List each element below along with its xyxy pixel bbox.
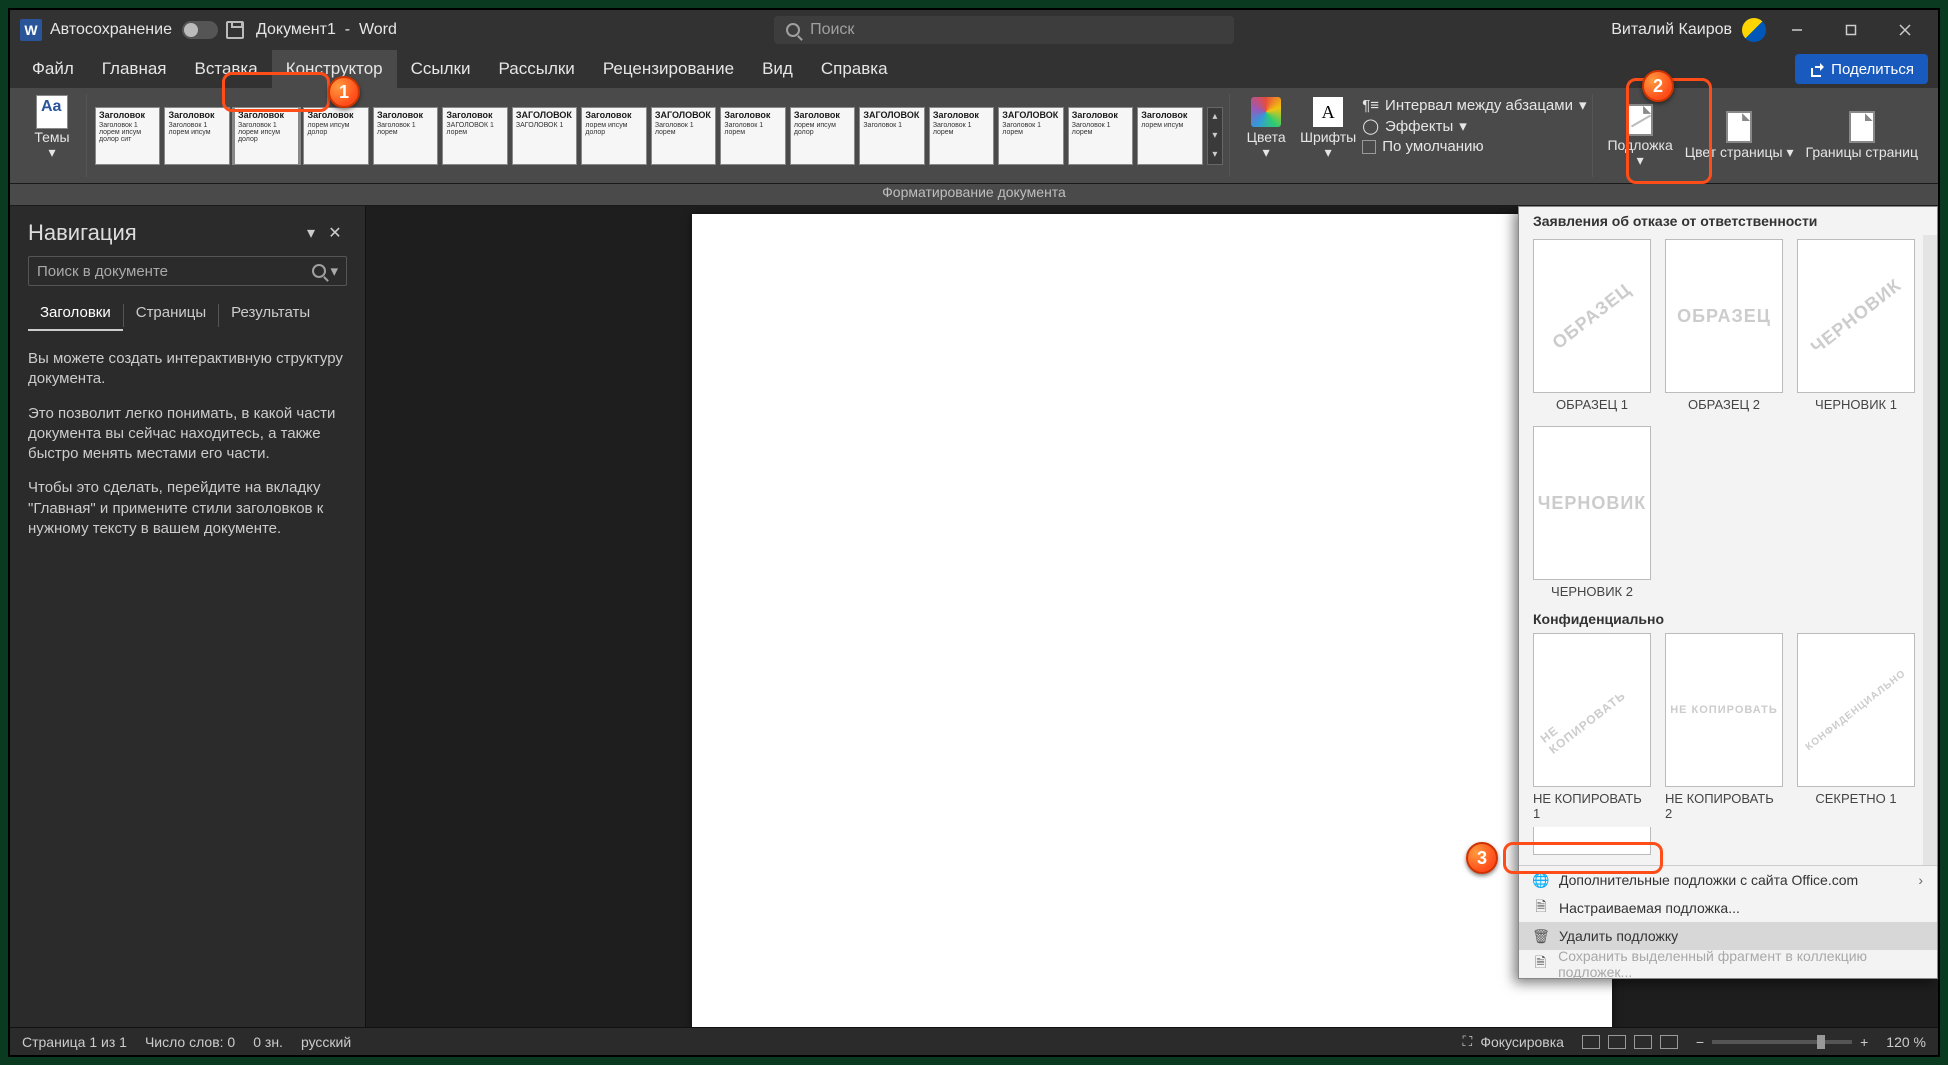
style-gallery[interactable]: ЗаголовокЗаголовок 1 лорем ипсум долор с… — [95, 107, 1223, 165]
search-box[interactable]: Поиск — [774, 16, 1234, 44]
page-color-button[interactable]: Цвет страницы ▾ — [1679, 109, 1800, 162]
maximize-button[interactable] — [1828, 10, 1874, 50]
minimize-button[interactable] — [1774, 10, 1820, 50]
set-default[interactable]: По умолчанию — [1362, 138, 1586, 155]
autosave-label: Автосохранение — [50, 21, 172, 39]
badge-3: 3 — [1466, 842, 1498, 874]
wm-item-secret1[interactable]: КОНФИДЕНЦИАЛЬНОСЕКРЕТНО 1 — [1797, 633, 1915, 821]
tab-view[interactable]: Вид — [748, 50, 807, 88]
view-buttons[interactable] — [1582, 1035, 1678, 1049]
wm-item-chernovik2[interactable]: ЧЕРНОВИКЧЕРНОВИК 2 — [1533, 426, 1651, 599]
nav-info: Вы можете создать интерактивную структур… — [28, 349, 347, 553]
badge-2: 2 — [1642, 70, 1674, 102]
status-page[interactable]: Страница 1 из 1 — [22, 1034, 127, 1050]
watermark-button[interactable]: Подложка▾ — [1601, 102, 1678, 169]
wm-section-disclaimers: Заявления об отказе от ответственности — [1519, 207, 1937, 235]
tab-file[interactable]: Файл — [18, 50, 88, 88]
wm-more-office[interactable]: 🌐Дополнительные подложки с сайта Office.… — [1519, 866, 1937, 894]
nav-tabs: Заголовки Страницы Результаты — [28, 300, 347, 331]
watermark-dropdown: Заявления об отказе от ответственности О… — [1518, 206, 1938, 979]
body: Навигация ▾ ✕ Поиск в документе ▾ Заголо… — [10, 206, 1938, 1027]
status-errors[interactable]: 0 зн. — [253, 1034, 283, 1050]
tab-references[interactable]: Ссылки — [397, 50, 485, 88]
search-placeholder: Поиск — [810, 21, 854, 39]
avatar — [1742, 18, 1766, 42]
wm-section-confidential: Конфиденциально — [1533, 605, 1915, 633]
share-button[interactable]: Поделиться — [1795, 54, 1928, 84]
wm-item-obrazec1[interactable]: ОБРАЗЕЦОБРАЗЕЦ 1 — [1533, 239, 1651, 412]
status-bar: Страница 1 из 1 Число слов: 0 0 зн. русс… — [10, 1027, 1938, 1055]
document-title: Документ1 - Word — [256, 21, 397, 39]
page[interactable] — [692, 214, 1612, 1027]
gallery-more[interactable]: ▴▾▾ — [1207, 107, 1223, 165]
wm-item-nocopy1[interactable]: НЕ КОПИРОВАТЬНЕ КОПИРОВАТЬ 1 — [1533, 633, 1651, 821]
ribbon-group-label: Форматирование документа — [10, 184, 1938, 206]
save-icon[interactable] — [226, 21, 244, 39]
word-icon: W — [20, 19, 42, 41]
paragraph-spacing[interactable]: ¶≡ Интервал между абзацами ▾ — [1362, 96, 1586, 114]
wm-item-cut[interactable] — [1533, 827, 1651, 855]
wm-item-nocopy2[interactable]: НЕ КОПИРОВАТЬНЕ КОПИРОВАТЬ 2 — [1665, 633, 1783, 821]
titlebar: W Автосохранение Документ1 - Word Поиск … — [10, 10, 1938, 50]
tab-insert[interactable]: Вставка — [181, 50, 272, 88]
tab-review[interactable]: Рецензирование — [589, 50, 748, 88]
wm-item-chernovik1[interactable]: ЧЕРНОВИКЧЕРНОВИК 1 — [1797, 239, 1915, 412]
wm-item-obrazec2[interactable]: ОБРАЗЕЦОБРАЗЕЦ 2 — [1665, 239, 1783, 412]
wm-custom[interactable]: 🗎Настраиваемая подложка... — [1519, 894, 1937, 922]
tab-help[interactable]: Справка — [807, 50, 902, 88]
nav-tab-pages[interactable]: Страницы — [124, 300, 218, 331]
colors-button[interactable]: Цвета▾ — [1238, 94, 1294, 161]
wm-remove[interactable]: 🗑Удалить подложку — [1519, 922, 1937, 950]
tab-mailings[interactable]: Рассылки — [485, 50, 589, 88]
zoom-controls[interactable]: − + — [1696, 1034, 1868, 1050]
status-lang[interactable]: русский — [301, 1034, 351, 1050]
badge-1: 1 — [328, 76, 360, 108]
tab-home[interactable]: Главная — [88, 50, 181, 88]
focus-mode[interactable]: ⛶ Фокусировка — [1463, 1033, 1564, 1050]
nav-search[interactable]: Поиск в документе ▾ — [28, 256, 347, 286]
app-window: W Автосохранение Документ1 - Word Поиск … — [8, 8, 1940, 1057]
close-button[interactable] — [1882, 10, 1928, 50]
nav-dropdown[interactable]: ▾ — [299, 223, 323, 243]
wm-save-selection: 🗎Сохранить выделенный фрагмент в коллекц… — [1519, 950, 1937, 978]
nav-search-icon — [312, 264, 326, 278]
autosave-toggle[interactable] — [182, 21, 218, 39]
nav-tab-results[interactable]: Результаты — [219, 300, 322, 331]
navigation-pane: Навигация ▾ ✕ Поиск в документе ▾ Заголо… — [10, 206, 366, 1027]
ribbon: Темы▾ ЗаголовокЗаголовок 1 лорем ипсум д… — [10, 88, 1938, 206]
fonts-button[interactable]: AШрифты▾ — [1294, 94, 1362, 161]
status-words[interactable]: Число слов: 0 — [145, 1034, 235, 1050]
search-icon — [786, 23, 800, 37]
nav-close[interactable]: ✕ — [323, 223, 347, 243]
page-borders-button[interactable]: Границы страниц — [1800, 109, 1924, 162]
user-account[interactable]: Виталий Каиров — [1611, 18, 1766, 42]
nav-title: Навигация — [28, 220, 299, 246]
zoom-value[interactable]: 120 % — [1886, 1034, 1926, 1050]
themes-button[interactable]: Темы▾ — [24, 94, 80, 161]
nav-tab-headings[interactable]: Заголовки — [28, 300, 123, 331]
effects[interactable]: ◯ Эффекты ▾ — [1362, 117, 1586, 135]
